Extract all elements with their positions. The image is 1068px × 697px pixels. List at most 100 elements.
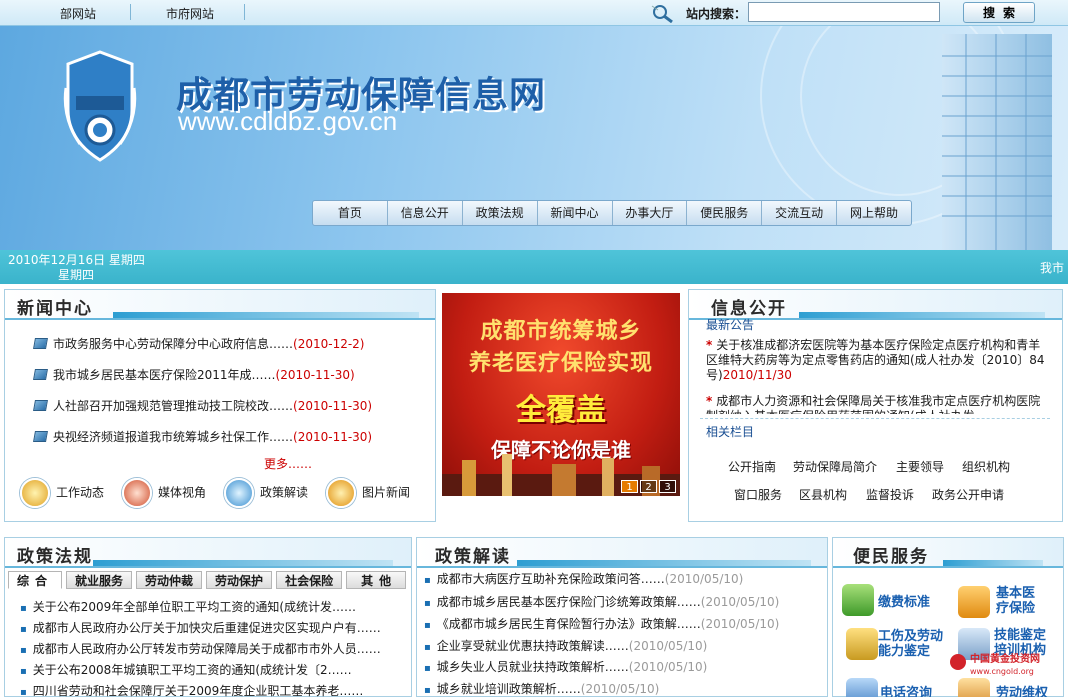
item-title[interactable]: 城乡就业培训政策解析…… bbox=[437, 682, 581, 696]
news-date: (2010-11-30) bbox=[293, 399, 373, 413]
list-item[interactable]: 央视经济频道报道我市统筹城乡社保工作……(2010-11-30) bbox=[33, 428, 372, 445]
list-item[interactable]: 企业享受就业优惠扶持政策解读……(2010/05/10) bbox=[424, 637, 708, 654]
list-item[interactable]: 关于公布2008年城镇职工平均工资的通知(成统计发〔2…… bbox=[20, 661, 352, 678]
link-bureau-profile[interactable]: 劳动保障局简介 bbox=[793, 458, 877, 475]
link-complaints[interactable]: 监督投诉 bbox=[866, 486, 914, 503]
cngold-watermark-logo: 中国黄金投资网 www.cngold.org bbox=[950, 652, 1040, 676]
item-title[interactable]: 城乡失业人员就业扶持政策解析…… bbox=[437, 660, 629, 674]
tab-other[interactable]: 其他 bbox=[346, 571, 407, 589]
nav-info-disclosure[interactable]: 信息公开 bbox=[388, 201, 463, 225]
link-leaders[interactable]: 主要领导 bbox=[896, 458, 944, 475]
list-item[interactable]: 人社部召开加强规范管理推动技工院校改……(2010-11-30) bbox=[33, 397, 373, 414]
employment-social-security-emblem-icon bbox=[63, 50, 137, 162]
svg-text:中国黄金投资网: 中国黄金投资网 bbox=[970, 652, 1040, 665]
promo-banner-image[interactable]: 成都市统筹城乡 养老医疗保险实现 全覆盖 保障不论你是谁 1 2 3 bbox=[442, 293, 680, 496]
panel-title: 便民服务 bbox=[853, 547, 929, 567]
service-labor-rights[interactable]: 劳动维权 bbox=[996, 686, 1048, 697]
more-news-link[interactable]: 更多…… bbox=[264, 455, 312, 472]
list-item[interactable]: 四川省劳动和社会保障厅关于2009年度企业职工基本养老…… bbox=[20, 682, 364, 697]
pen-icon bbox=[122, 478, 152, 508]
nav-interaction[interactable]: 交流互动 bbox=[762, 201, 838, 225]
search-label: 站内搜索： bbox=[686, 7, 747, 21]
news-title[interactable]: 人社部召开加强规范管理推动技工院校改…… bbox=[53, 399, 293, 413]
service-payment-standard[interactable]: 缴费标准 bbox=[878, 595, 930, 610]
magnifier-icon bbox=[651, 5, 673, 23]
category-photo-news[interactable]: 图片新闻 bbox=[326, 478, 410, 508]
list-item[interactable]: 关于公布2009年全部单位职工平均工资的通知(成统计发…… bbox=[20, 598, 356, 615]
service-injury-assessment[interactable]: 工伤及劳动能力鉴定 bbox=[878, 629, 944, 659]
item-title[interactable]: 成都市大病医疗互助补充保险政策问答…… bbox=[437, 572, 665, 586]
item-date: (2010/05/10) bbox=[664, 572, 744, 586]
nav-help[interactable]: 网上帮助 bbox=[837, 201, 911, 225]
star-bullet: * bbox=[706, 338, 713, 352]
title-underline bbox=[799, 312, 1045, 318]
nav-service-hall[interactable]: 办事大厅 bbox=[613, 201, 688, 225]
list-item[interactable]: 市政务服务中心劳动保障分中心政府信息……(2010-12-2) bbox=[33, 335, 365, 352]
nav-news[interactable]: 新闻中心 bbox=[538, 201, 613, 225]
category-label: 图片新闻 bbox=[362, 485, 411, 500]
list-item[interactable]: 成都市人民政府办公厅关于加快灾后重建促进灾区实现户户有…… bbox=[20, 619, 381, 636]
city-gov-site-link[interactable]: 市府网站 bbox=[166, 5, 214, 22]
tab-arbitration[interactable]: 劳动仲裁 bbox=[136, 571, 203, 589]
slide-page-1[interactable]: 1 bbox=[621, 480, 638, 493]
news-title[interactable]: 我市城乡居民基本医疗保险2011年成…… bbox=[53, 368, 276, 382]
item-date: (2010/05/10) bbox=[700, 595, 780, 609]
list-item[interactable]: 我市城乡居民基本医疗保险2011年成……(2010-11-30) bbox=[33, 366, 355, 383]
nav-policies[interactable]: 政策法规 bbox=[463, 201, 538, 225]
tab-employment[interactable]: 就业服务 bbox=[66, 571, 133, 589]
top-bar: 部网站 市府网站 站内搜索： 搜索 bbox=[0, 0, 1068, 26]
document-icon bbox=[33, 431, 48, 442]
link-organization[interactable]: 组织机构 bbox=[962, 458, 1010, 475]
list-item[interactable]: 《成都市城乡居民生育保险暂行办法》政策解……(2010/05/10) bbox=[424, 615, 780, 632]
nav-home[interactable]: 首页 bbox=[313, 201, 388, 225]
panel-header: 新闻中心 bbox=[5, 290, 435, 320]
tab-labor-protection[interactable]: 劳动保护 bbox=[206, 571, 273, 589]
divider bbox=[130, 4, 131, 20]
panel-header: 便民服务 bbox=[833, 538, 1063, 568]
slide-pager: 1 2 3 bbox=[621, 480, 676, 493]
promo-line-2: 养老医疗保险实现 bbox=[468, 351, 653, 376]
site-search-input[interactable] bbox=[748, 2, 940, 22]
pencil-icon bbox=[846, 628, 878, 660]
news-title[interactable]: 市政务服务中心劳动保障分中心政府信息…… bbox=[53, 337, 293, 351]
category-policy-interpretation[interactable]: 政策解读 bbox=[224, 478, 308, 508]
list-item[interactable]: 成都市城乡居民基本医疗保险门诊统筹政策解……(2010/05/10) bbox=[424, 593, 780, 610]
divider bbox=[700, 418, 1050, 419]
nav-public-service[interactable]: 便民服务 bbox=[687, 201, 763, 225]
category-media-view[interactable]: 媒体视角 bbox=[122, 478, 206, 508]
notice-item[interactable]: * 关于核准成都济宏医院等为基本医疗保险定点医疗机构和青羊区维特大药房等为定点零售… bbox=[706, 338, 1046, 384]
list-item[interactable]: 城乡就业培训政策解析……(2010/05/10) bbox=[424, 680, 660, 697]
link-window-service[interactable]: 窗口服务 bbox=[734, 486, 782, 503]
link-disclosure-guide[interactable]: 公开指南 bbox=[728, 458, 776, 475]
weekday: 星期四 bbox=[58, 268, 95, 282]
tab-social-insurance[interactable]: 社会保险 bbox=[276, 571, 343, 589]
item-title[interactable]: 企业享受就业优惠扶持政策解读…… bbox=[437, 639, 629, 653]
item-title[interactable]: 《成都市城乡居民生育保险暂行办法》政策解…… bbox=[437, 617, 701, 631]
header-banner: 成都市劳动保障信息网 www.cdldbz.gov.cn 首页 信息公开 政策法… bbox=[0, 26, 1068, 250]
notepad-icon bbox=[20, 478, 50, 508]
ministry-site-link[interactable]: 部网站 bbox=[60, 5, 96, 22]
search-button[interactable]: 搜索 bbox=[963, 2, 1035, 23]
news-date: (2010-12-2) bbox=[293, 337, 365, 351]
category-work-updates[interactable]: 工作动态 bbox=[20, 478, 104, 508]
tab-general[interactable]: 综合 bbox=[8, 571, 63, 589]
list-item[interactable]: 成都市大病医疗互助补充保险政策问答……(2010/05/10) bbox=[424, 570, 744, 587]
promo-headline: 全覆盖 bbox=[516, 393, 606, 428]
service-basic-medical[interactable]: 基本医疗保险 bbox=[996, 586, 1040, 616]
medical-cross-icon bbox=[958, 586, 990, 618]
link-disclosure-request[interactable]: 政务公开申请 bbox=[932, 486, 1004, 503]
rights-protection-icon bbox=[958, 678, 990, 697]
news-title[interactable]: 央视经济频道报道我市统筹城乡社保工作…… bbox=[53, 430, 293, 444]
notice-text[interactable]: 成都市人力资源和社会保障局关于核准我市定点医疗机构医院制剂纳入基本医疗保险用药范… bbox=[706, 394, 1040, 414]
list-item[interactable]: 成都市人民政府办公厅转发市劳动保障局关于成都市市外人员…… bbox=[20, 640, 381, 657]
notice-item[interactable]: *成都市人力资源和社会保障局关于核准我市定点医疗机构医院制剂纳入基本医疗保险用药… bbox=[706, 394, 1046, 414]
category-label: 政策解读 bbox=[260, 485, 309, 500]
scrolling-notice[interactable]: 我市 bbox=[1040, 259, 1064, 276]
slide-page-3[interactable]: 3 bbox=[659, 480, 676, 493]
slide-page-2[interactable]: 2 bbox=[640, 480, 657, 493]
item-title[interactable]: 成都市城乡居民基本医疗保险门诊统筹政策解…… bbox=[437, 595, 701, 609]
link-district-agencies[interactable]: 区县机构 bbox=[799, 486, 847, 503]
list-item[interactable]: 城乡失业人员就业扶持政策解析……(2010/05/10) bbox=[424, 658, 708, 675]
telephone-icon bbox=[846, 678, 878, 697]
service-phone-consult[interactable]: 电话咨询 bbox=[880, 686, 932, 697]
